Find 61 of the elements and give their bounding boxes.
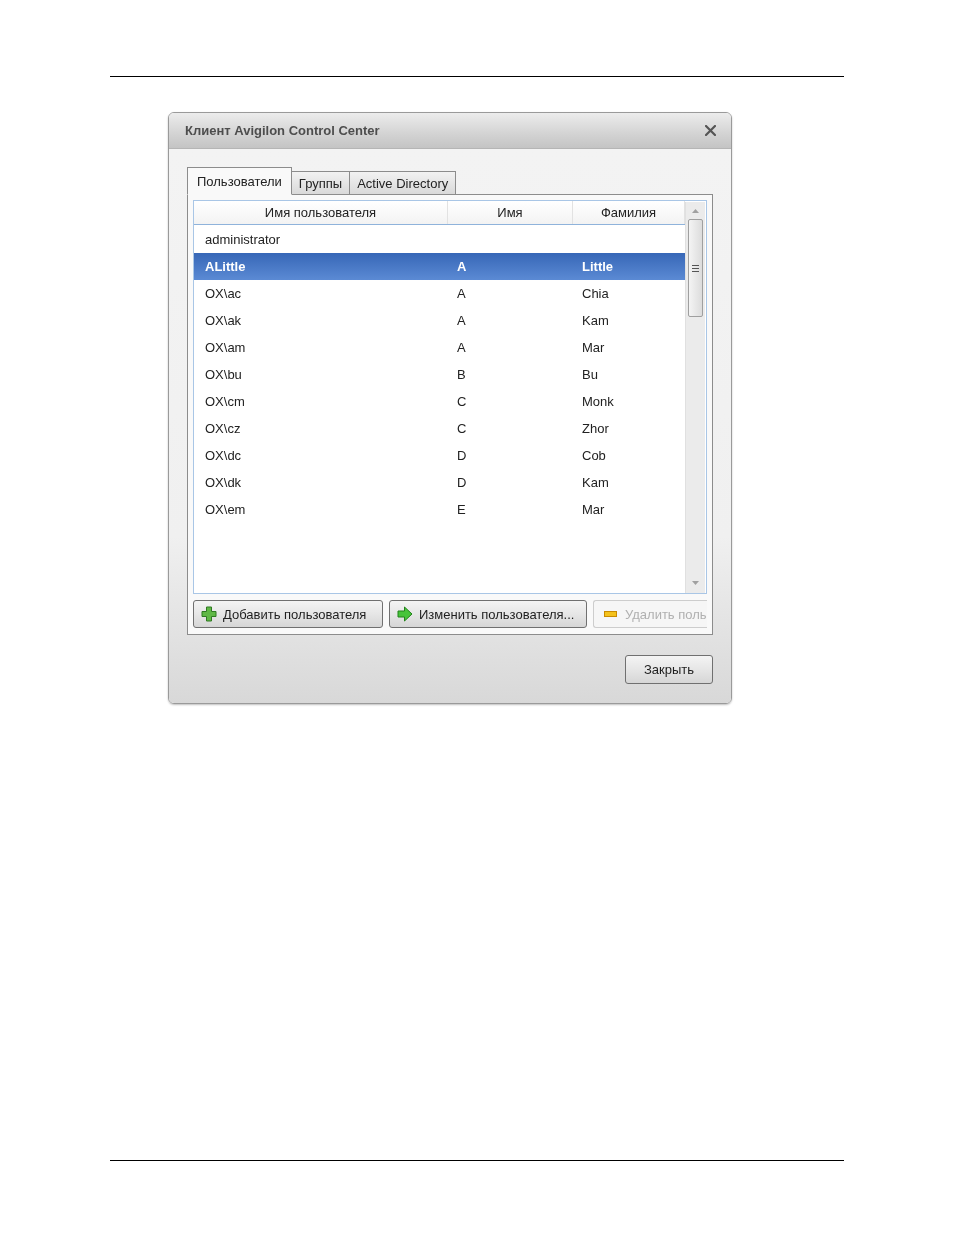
table-cell-text: A	[456, 313, 466, 328]
close-icon[interactable]	[705, 125, 716, 136]
table-row[interactable]: ALittle A Little	[194, 253, 685, 280]
table-cell-text: OX\dc	[204, 448, 242, 463]
triangle-up-icon[interactable]	[692, 209, 699, 213]
table-cell-text: Monk	[581, 394, 614, 409]
table-cell-text: administrator	[204, 232, 281, 247]
table-row[interactable]: OX\dc D Cob	[194, 442, 685, 469]
scrollbar[interactable]	[685, 202, 705, 593]
plus-icon	[201, 606, 217, 622]
triangle-down-icon[interactable]	[692, 581, 699, 585]
close-button[interactable]: Закрыть	[625, 655, 713, 684]
table-cell-text: A	[456, 286, 466, 301]
table-row[interactable]: OX\em E Mar	[194, 496, 685, 523]
table-cell-text: C	[456, 394, 467, 409]
table-row[interactable]: OX\ac A Chia	[194, 280, 685, 307]
table-cell-text: Mar	[581, 502, 605, 517]
table-row[interactable]: administrator	[194, 226, 685, 253]
table-cell-text: OX\cz	[204, 421, 241, 436]
table-row[interactable]: OX\am A Mar	[194, 334, 685, 361]
add-user-button[interactable]: Добавить пользователя	[193, 600, 383, 628]
table-cell-text: Bu	[581, 367, 598, 382]
table-cell-text: D	[456, 475, 467, 490]
table-cell-text: A	[456, 259, 467, 274]
column-header[interactable]: Имя пользователя	[194, 201, 448, 224]
table-row[interactable]: OX\bu B Bu	[194, 361, 685, 388]
table-cell-text: OX\cm	[204, 394, 245, 409]
column-header[interactable]: Фамилия	[573, 201, 685, 224]
table-cell-text: Cob	[581, 448, 606, 463]
grip-icon	[692, 264, 699, 272]
table-cell-text: ALittle	[204, 259, 246, 274]
tab[interactable]: Пользователи	[187, 167, 292, 195]
window-title: Клиент Avigilon Control Center	[185, 123, 380, 138]
table-row[interactable]: OX\cz C Zhor	[194, 415, 685, 442]
table-cell-text: Zhor	[581, 421, 609, 436]
table-cell-text: Kam	[581, 475, 609, 490]
table-cell-text: A	[456, 340, 466, 355]
table-cell-text: Chia	[581, 286, 609, 301]
table-cell-text: D	[456, 448, 467, 463]
arrow-right-icon	[397, 606, 413, 622]
table-cell-text: C	[456, 421, 467, 436]
table-row[interactable]: OX\ak A Kam	[194, 307, 685, 334]
table-cell-text: Mar	[581, 340, 605, 355]
table-row[interactable]: OX\cm C Monk	[194, 388, 685, 415]
edit-user-button[interactable]: Изменить пользователя...	[389, 600, 587, 628]
table-cell-text: B	[456, 367, 466, 382]
minus-icon	[604, 611, 617, 617]
table-cell-text: OX\dk	[204, 475, 242, 490]
tab[interactable]: Active Directory	[349, 171, 457, 195]
table-cell-text: OX\ac	[204, 286, 242, 301]
table-cell-text: OX\ak	[204, 313, 242, 328]
table-cell-text: OX\em	[204, 502, 246, 517]
table-cell-text: E	[456, 502, 466, 517]
table-row[interactable]: OX\dk D Kam	[194, 469, 685, 496]
scrollbar-thumb[interactable]	[688, 219, 703, 317]
table-cell-text: Kam	[581, 313, 609, 328]
table-cell-text: OX\am	[204, 340, 246, 355]
tab[interactable]: Группы	[290, 171, 351, 195]
table-cell-text: Little	[581, 259, 614, 274]
table-cell-text: OX\bu	[204, 367, 242, 382]
column-header[interactable]: Имя	[448, 201, 573, 224]
